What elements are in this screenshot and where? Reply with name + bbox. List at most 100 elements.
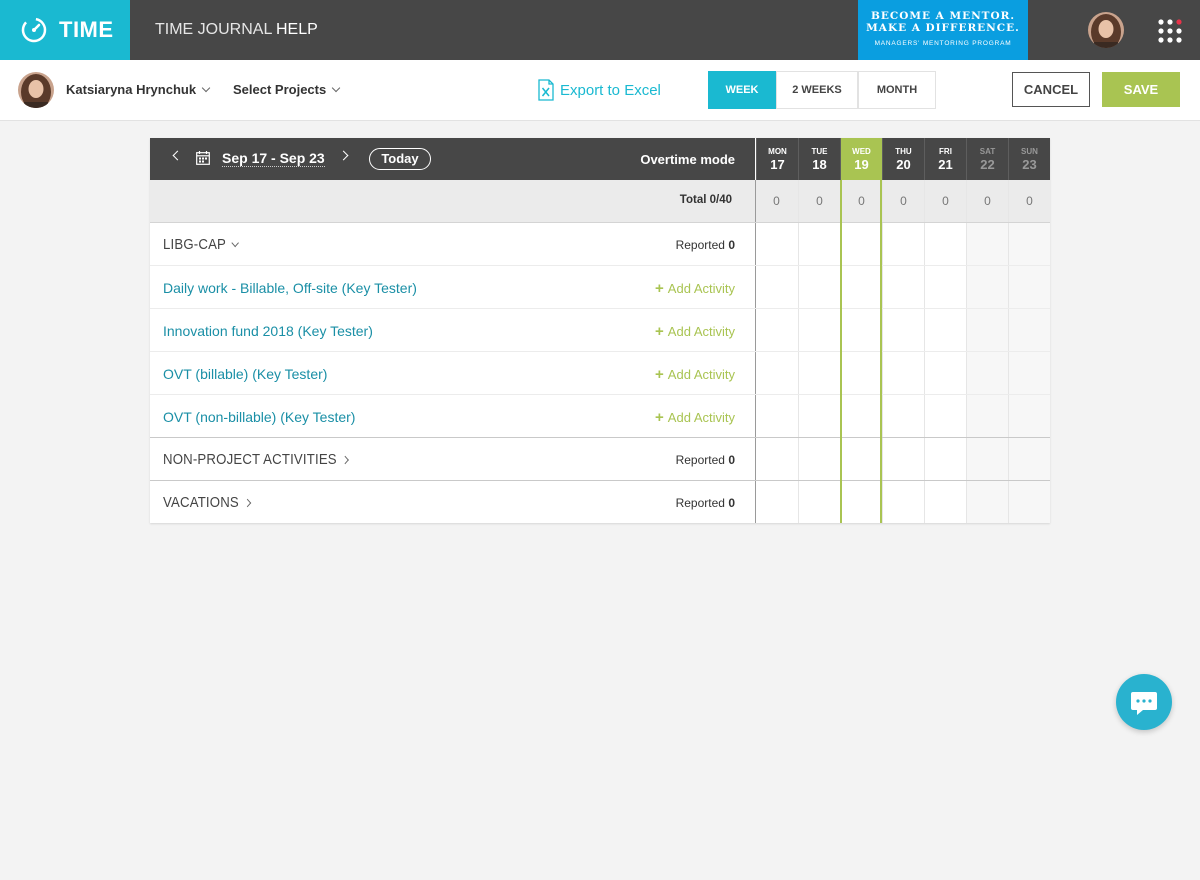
day-name: SAT xyxy=(979,147,996,156)
project-group-row[interactable]: NON-PROJECT ACTIVITIES Reported 0 xyxy=(150,438,1050,481)
add-activity-label: Add Activity xyxy=(667,281,735,296)
select-projects-dropdown[interactable]: Select Projects xyxy=(233,82,341,97)
time-cell[interactable] xyxy=(1008,266,1050,308)
activity-link[interactable]: OVT (non-billable) (Key Tester) xyxy=(163,409,355,425)
time-cell[interactable] xyxy=(966,309,1008,351)
day-total: 0 xyxy=(966,180,1008,222)
day-date: 20 xyxy=(896,157,911,172)
day-total: 0 xyxy=(1008,180,1050,222)
time-cell[interactable] xyxy=(840,223,882,265)
time-cell[interactable] xyxy=(755,481,797,523)
cancel-button[interactable]: CANCEL xyxy=(1012,72,1090,107)
apps-grid-icon[interactable] xyxy=(1158,19,1182,43)
avatar-image xyxy=(1088,12,1124,48)
time-cell[interactable] xyxy=(882,352,924,394)
period-month-button[interactable]: MONTH xyxy=(858,71,936,109)
day-header-sat: SAT 22 xyxy=(966,138,1008,180)
group-title-text: LIBG-CAP xyxy=(163,236,227,253)
time-cell[interactable] xyxy=(1008,223,1050,265)
activity-link[interactable]: Daily work - Billable, Off-site (Key Tes… xyxy=(163,280,417,296)
time-cell[interactable] xyxy=(840,309,882,351)
previous-week-icon[interactable] xyxy=(172,150,183,161)
time-cell[interactable] xyxy=(798,438,840,480)
project-group-row[interactable]: LIBG-CAP Reported 0 xyxy=(150,223,1050,266)
today-button[interactable]: Today xyxy=(369,148,431,170)
time-cell[interactable] xyxy=(798,223,840,265)
add-activity-button[interactable]: + Add Activity xyxy=(655,409,735,426)
time-cell[interactable] xyxy=(840,481,882,523)
time-cell[interactable] xyxy=(798,352,840,394)
mentor-banner[interactable]: BECOME A MENTOR. MAKE A DIFFERENCE. MANA… xyxy=(858,0,1028,60)
save-button[interactable]: SAVE xyxy=(1102,72,1180,107)
time-cell[interactable] xyxy=(924,223,966,265)
time-cell[interactable] xyxy=(924,266,966,308)
time-cell[interactable] xyxy=(966,266,1008,308)
user-selector[interactable]: Katsiaryna Hrynchuk xyxy=(66,82,211,97)
date-range[interactable]: Sep 17 - Sep 23 xyxy=(222,150,325,167)
time-cell[interactable] xyxy=(1008,481,1050,523)
day-name: TUE xyxy=(811,147,828,156)
activity-link[interactable]: Innovation fund 2018 (Key Tester) xyxy=(163,323,373,339)
time-cell[interactable] xyxy=(755,438,797,480)
time-cell[interactable] xyxy=(924,438,966,480)
chat-button[interactable] xyxy=(1116,674,1172,730)
group-title-text: VACATIONS xyxy=(163,494,239,511)
period-2-weeks-button[interactable]: 2 WEEKS xyxy=(776,71,858,109)
time-cell[interactable] xyxy=(924,309,966,351)
time-cell[interactable] xyxy=(798,395,840,437)
time-cell[interactable] xyxy=(924,395,966,437)
day-date: 21 xyxy=(938,157,953,172)
time-cell[interactable] xyxy=(1008,438,1050,480)
add-activity-button[interactable]: + Add Activity xyxy=(655,280,735,297)
overtime-mode-toggle[interactable]: Overtime mode xyxy=(640,152,735,167)
period-week-button[interactable]: WEEK xyxy=(708,71,776,109)
activity-link[interactable]: OVT (billable) (Key Tester) xyxy=(163,366,327,382)
reported-summary: Reported 0 xyxy=(676,453,735,467)
time-cell[interactable] xyxy=(966,438,1008,480)
time-cell[interactable] xyxy=(755,223,797,265)
time-cell[interactable] xyxy=(755,266,797,308)
time-cell[interactable] xyxy=(1008,352,1050,394)
time-cell[interactable] xyxy=(882,395,924,437)
time-cell[interactable] xyxy=(755,352,797,394)
day-header-mon: MON 17 xyxy=(756,138,798,180)
time-cell[interactable] xyxy=(798,266,840,308)
user-avatar[interactable] xyxy=(18,72,54,108)
project-group-title: NON-PROJECT ACTIVITIES xyxy=(163,451,350,468)
activity-row: Innovation fund 2018 (Key Tester) + Add A… xyxy=(150,309,1050,352)
time-cell[interactable] xyxy=(755,395,797,437)
day-header-fri: FRI 21 xyxy=(924,138,966,180)
nav-help[interactable]: HELP xyxy=(276,0,318,60)
time-cell[interactable] xyxy=(966,481,1008,523)
time-cell[interactable] xyxy=(1008,395,1050,437)
app-logo[interactable]: TIME xyxy=(0,0,130,60)
chevron-down-icon xyxy=(231,238,239,248)
time-cell[interactable] xyxy=(1008,309,1050,351)
add-activity-button[interactable]: + Add Activity xyxy=(655,366,735,383)
time-cell[interactable] xyxy=(840,438,882,480)
next-week-icon[interactable] xyxy=(338,150,349,161)
time-cell[interactable] xyxy=(924,481,966,523)
time-cell[interactable] xyxy=(882,481,924,523)
time-cell[interactable] xyxy=(966,223,1008,265)
time-cell[interactable] xyxy=(966,352,1008,394)
time-cell[interactable] xyxy=(840,395,882,437)
time-cell[interactable] xyxy=(798,481,840,523)
time-cell[interactable] xyxy=(882,223,924,265)
avatar[interactable] xyxy=(1088,12,1124,48)
time-cell[interactable] xyxy=(966,395,1008,437)
nav-time-journal[interactable]: TIME JOURNAL xyxy=(155,0,272,60)
time-cell[interactable] xyxy=(840,266,882,308)
time-cell[interactable] xyxy=(882,438,924,480)
time-cell[interactable] xyxy=(882,266,924,308)
time-cell[interactable] xyxy=(840,352,882,394)
time-cell[interactable] xyxy=(882,309,924,351)
export-to-excel-button[interactable]: Export to Excel xyxy=(538,79,661,101)
time-cell[interactable] xyxy=(755,309,797,351)
calendar-icon[interactable] xyxy=(196,151,210,165)
time-cell[interactable] xyxy=(924,352,966,394)
project-group-row[interactable]: VACATIONS Reported 0 xyxy=(150,481,1050,523)
stopwatch-icon xyxy=(21,17,47,43)
time-cell[interactable] xyxy=(798,309,840,351)
add-activity-button[interactable]: + Add Activity xyxy=(655,323,735,340)
